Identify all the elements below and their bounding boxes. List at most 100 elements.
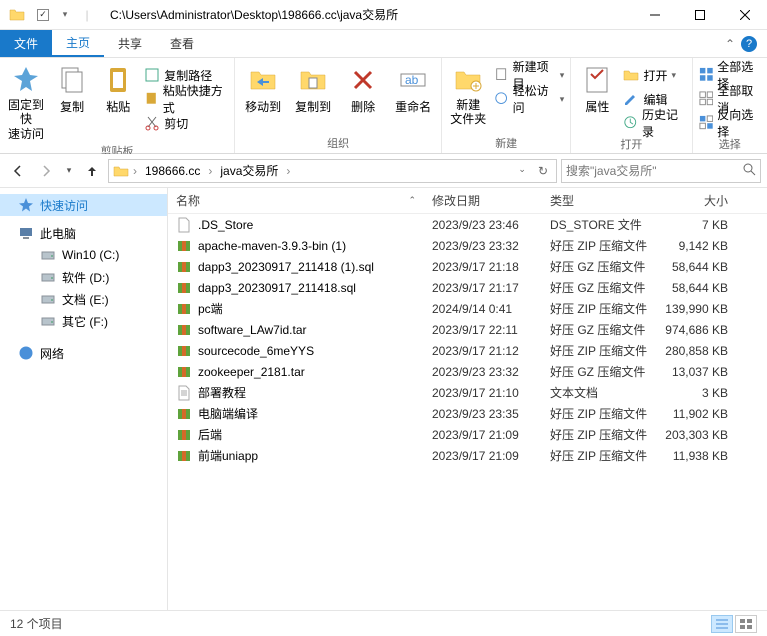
qat-dropdown[interactable]: ▾ xyxy=(58,4,72,26)
minimize-button[interactable] xyxy=(632,0,677,30)
maximize-button[interactable] xyxy=(677,0,722,30)
tab-home[interactable]: 主页 xyxy=(52,30,104,57)
file-type-icon xyxy=(176,301,192,317)
file-date: 2023/9/23 23:35 xyxy=(424,407,542,421)
help-button[interactable]: ? xyxy=(741,36,757,52)
sidebar-drive[interactable]: 软件 (D:) xyxy=(0,266,167,288)
copy-button[interactable]: 复制 xyxy=(52,62,92,115)
delete-button[interactable]: 删除 xyxy=(341,62,385,115)
column-name[interactable]: 名称⌃ xyxy=(168,192,424,209)
copy-icon xyxy=(56,64,88,96)
sort-indicator: ⌃ xyxy=(408,195,416,206)
search-icon xyxy=(743,163,756,179)
properties-button[interactable]: 属性 xyxy=(577,62,617,115)
folder-icon xyxy=(6,4,28,26)
file-row[interactable]: apache-maven-3.9.3-bin (1)2023/9/23 23:3… xyxy=(168,235,767,256)
rename-button[interactable]: ab 重命名 xyxy=(391,62,435,115)
tab-file[interactable]: 文件 xyxy=(0,30,52,57)
file-type-icon xyxy=(176,406,192,422)
file-size: 203,303 KB xyxy=(664,428,736,442)
chevron-right-icon[interactable]: › xyxy=(286,164,290,178)
file-row[interactable]: 后端2023/9/17 21:09好压 ZIP 压缩文件203,303 KB xyxy=(168,424,767,445)
paste-shortcut-button[interactable]: 粘贴快捷方式 xyxy=(144,88,228,110)
move-to-button[interactable]: 移动到 xyxy=(241,62,285,115)
view-details-button[interactable] xyxy=(711,615,733,633)
up-button[interactable] xyxy=(80,159,104,183)
breadcrumb-item[interactable]: 198666.cc xyxy=(141,164,204,178)
drive-icon xyxy=(40,269,56,285)
file-type: 好压 ZIP 压缩文件 xyxy=(542,342,664,359)
qat-properties[interactable]: ✓ xyxy=(32,4,54,26)
tab-view[interactable]: 查看 xyxy=(156,30,208,57)
file-size: 13,037 KB xyxy=(664,365,736,379)
file-row[interactable]: 电脑端编译2023/9/23 23:35好压 ZIP 压缩文件11,902 KB xyxy=(168,403,767,424)
paste-button[interactable]: 粘贴 xyxy=(98,62,138,115)
cut-button[interactable]: 剪切 xyxy=(144,112,228,134)
file-date: 2023/9/17 22:11 xyxy=(424,323,542,337)
invert-selection-button[interactable]: 反向选择 xyxy=(699,112,761,134)
folder-icon xyxy=(113,163,129,179)
open-button[interactable]: 打开 ▾ xyxy=(623,64,685,86)
history-button[interactable]: 历史记录 xyxy=(623,112,685,134)
main-area: 快速访问 此电脑 Win10 (C:)软件 (D:)文档 (E:)其它 (F:)… xyxy=(0,188,767,610)
rename-icon: ab xyxy=(397,64,429,96)
file-date: 2023/9/23 23:46 xyxy=(424,218,542,232)
group-select: 全部选择 全部取消 反向选择 选择 xyxy=(693,58,767,153)
file-name: dapp3_20230917_211418 (1).sql xyxy=(198,260,374,274)
close-button[interactable] xyxy=(722,0,767,30)
easy-access-button[interactable]: 轻松访问 ▾ xyxy=(494,88,564,110)
title-bar: ✓ ▾ | C:\Users\Administrator\Desktop\198… xyxy=(0,0,767,30)
file-row[interactable]: dapp3_20230917_211418.sql2023/9/17 21:17… xyxy=(168,277,767,298)
file-row[interactable]: pc端2024/9/14 0:41好压 ZIP 压缩文件139,990 KB xyxy=(168,298,767,319)
network-icon xyxy=(18,345,34,361)
qat-separator: | xyxy=(76,4,98,26)
address-dropdown[interactable]: ⌄ xyxy=(512,164,532,178)
file-row[interactable]: software_LAw7id.tar2023/9/17 22:11好压 GZ … xyxy=(168,319,767,340)
file-type: 好压 GZ 压缩文件 xyxy=(542,279,664,296)
new-folder-button[interactable]: 新建 文件夹 xyxy=(448,62,488,127)
cut-icon xyxy=(144,115,160,131)
file-row[interactable]: zookeeper_2181.tar2023/9/23 23:32好压 GZ 压… xyxy=(168,361,767,382)
status-bar: 12 个项目 xyxy=(0,610,767,636)
view-large-button[interactable] xyxy=(735,615,757,633)
chevron-right-icon[interactable]: › xyxy=(133,164,137,178)
ribbon-collapse[interactable]: ⌃ xyxy=(725,37,735,51)
tab-share[interactable]: 共享 xyxy=(104,30,156,57)
chevron-right-icon[interactable]: › xyxy=(208,164,212,178)
pin-quick-access-button[interactable]: 固定到快 速访问 xyxy=(6,62,46,141)
refresh-button[interactable]: ↻ xyxy=(534,164,552,178)
sidebar-this-pc[interactable]: 此电脑 xyxy=(0,222,167,244)
file-type-icon xyxy=(176,238,192,254)
column-size[interactable]: 大小 xyxy=(664,192,736,209)
sidebar-drive[interactable]: 文档 (E:) xyxy=(0,288,167,310)
file-date: 2023/9/23 23:32 xyxy=(424,239,542,253)
search-input[interactable]: 搜索"java交易所" xyxy=(561,159,761,183)
copy-path-icon xyxy=(144,67,160,83)
column-type[interactable]: 类型 xyxy=(542,192,664,209)
address-bar[interactable]: › 198666.cc › java交易所 › ⌄ ↻ xyxy=(108,159,557,183)
file-row[interactable]: dapp3_20230917_211418 (1).sql2023/9/17 2… xyxy=(168,256,767,277)
file-type: 好压 ZIP 压缩文件 xyxy=(542,405,664,422)
file-row[interactable]: sourcecode_6meYYS2023/9/17 21:12好压 ZIP 压… xyxy=(168,340,767,361)
recent-dropdown[interactable]: ▾ xyxy=(62,159,76,183)
navigation-pane: 快速访问 此电脑 Win10 (C:)软件 (D:)文档 (E:)其它 (F:)… xyxy=(0,188,168,610)
column-date[interactable]: 修改日期 xyxy=(424,192,542,209)
file-row[interactable]: .DS_Store2023/9/23 23:46DS_STORE 文件7 KB xyxy=(168,214,767,235)
delete-icon xyxy=(347,64,379,96)
drive-icon xyxy=(40,247,56,263)
sidebar-drive[interactable]: 其它 (F:) xyxy=(0,310,167,332)
copy-to-icon xyxy=(297,64,329,96)
sidebar-quick-access[interactable]: 快速访问 xyxy=(0,194,167,216)
breadcrumb-item[interactable]: java交易所 xyxy=(216,162,282,179)
sidebar-drive[interactable]: Win10 (C:) xyxy=(0,244,167,266)
file-date: 2023/9/23 23:32 xyxy=(424,365,542,379)
back-button[interactable] xyxy=(6,159,30,183)
open-icon xyxy=(623,67,639,83)
file-type-icon xyxy=(176,427,192,443)
sidebar-network[interactable]: 网络 xyxy=(0,342,167,364)
forward-button[interactable] xyxy=(34,159,58,183)
copy-to-button[interactable]: 复制到 xyxy=(291,62,335,115)
file-row[interactable]: 部署教程2023/9/17 21:10文本文档3 KB xyxy=(168,382,767,403)
file-name: software_LAw7id.tar xyxy=(198,323,307,337)
file-row[interactable]: 前端uniapp2023/9/17 21:09好压 ZIP 压缩文件11,938… xyxy=(168,445,767,466)
